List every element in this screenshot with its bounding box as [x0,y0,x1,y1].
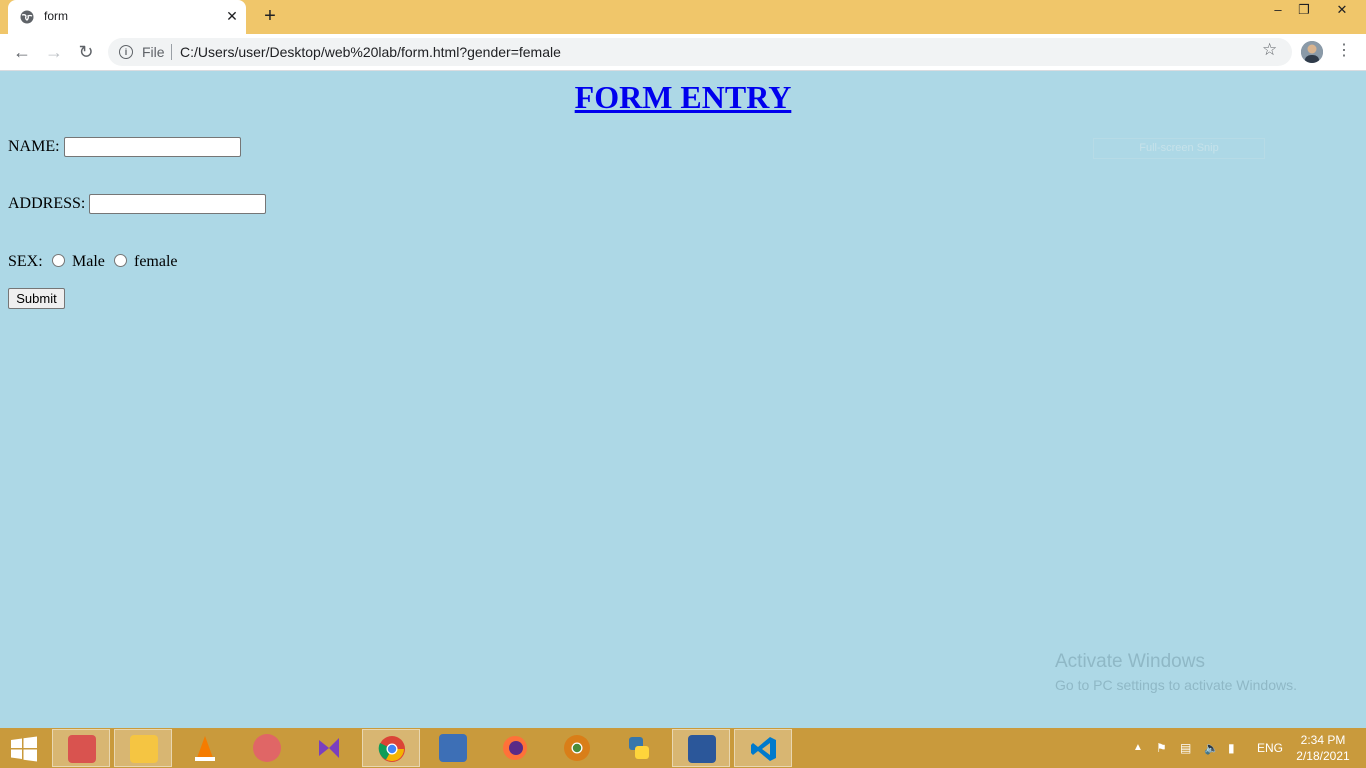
bookmark-star-icon[interactable]: ☆ [1262,40,1277,60]
tab-title: form [44,9,68,23]
sex-label: SEX: [8,253,43,270]
taskbar-chrome-canary[interactable] [548,729,606,767]
word-icon [688,735,716,763]
file-label: File [142,44,165,60]
url-text[interactable]: C:/Users/user/Desktop/web%20lab/form.htm… [180,44,561,60]
browser-toolbar: ← → ↻ i File C:/Users/user/Desktop/web%2… [0,34,1366,71]
vscode-icon [751,737,776,761]
taskbar-paint[interactable] [238,729,296,767]
clock-time: 2:34 PM [1300,733,1346,747]
name-label: NAME: [8,138,60,155]
avatar-icon [1301,41,1323,63]
restore-button[interactable]: ❐ [1288,0,1320,22]
browser-titlebar: form ✕ + – ❐ ✕ [0,0,1366,34]
omnibox-divider [171,44,172,60]
male-label[interactable]: Male [72,253,105,271]
new-tab-button[interactable]: + [258,6,282,28]
windows-start-icon[interactable] [10,736,38,762]
reload-button[interactable]: ↻ [74,41,98,63]
taskbar-python[interactable] [610,729,668,767]
female-radio[interactable] [114,254,127,267]
address-input[interactable] [89,194,266,214]
browser-tab[interactable]: form ✕ [8,0,246,34]
taskbar-visual-studio[interactable] [300,729,358,767]
taskbar-firefox[interactable] [486,729,544,767]
taskbar-vlc[interactable] [176,729,234,767]
signal-icon[interactable]: ▮ [1228,728,1235,768]
info-icon[interactable]: i [119,45,133,59]
chrome-icon [378,736,405,762]
taskbar: ▲ ⚑ ▤ 🔈 ▮ ENG 2:34 PM 2/18/2021 [0,728,1366,768]
clock-date: 2/18/2021 [1296,749,1350,763]
close-window-button[interactable]: ✕ [1326,0,1358,22]
taskbar-word[interactable] [672,729,730,767]
firefox-icon [503,736,527,760]
globe-icon [20,10,34,24]
visual-studio-icon [319,738,339,758]
folder-icon [130,735,158,763]
tab-close-icon[interactable]: ✕ [224,8,240,24]
name-input[interactable] [64,137,241,157]
female-label[interactable]: female [134,253,178,271]
activate-windows-title: Activate Windows [1055,651,1205,672]
male-radio[interactable] [52,254,65,267]
paint-brush-icon [253,734,281,762]
taskbar-clock[interactable]: 2:34 PM 2/18/2021 [1290,732,1356,764]
language-indicator[interactable]: ENG [1257,728,1283,768]
address-bar[interactable]: i File C:/Users/user/Desktop/web%20lab/f… [108,38,1292,66]
activate-windows-subtitle: Go to PC settings to activate Windows. [1055,677,1297,693]
keyboard-monitor-icon [439,734,467,762]
volume-icon[interactable]: 🔈 [1204,728,1219,768]
network-adapter-icon[interactable]: ▤ [1180,728,1191,768]
page-title[interactable]: FORM ENTRY [0,79,1366,116]
browser-menu-icon[interactable]: ⋮ [1336,42,1352,60]
back-button[interactable]: ← [10,41,34,63]
page-content: FORM ENTRY NAME: ADDRESS: SEX: Male fema… [0,71,1366,728]
vlc-cone-icon [195,736,215,761]
taskbar-vscode[interactable] [734,729,792,767]
snipping-tool-icon [68,735,96,763]
taskbar-file-explorer[interactable] [114,729,172,767]
taskbar-remote-desktop[interactable] [424,729,482,767]
chrome-canary-icon [564,735,590,761]
address-label: ADDRESS: [8,195,86,212]
taskbar-snipping-tool[interactable] [52,729,110,767]
taskbar-chrome[interactable] [362,729,420,767]
profile-avatar[interactable] [1301,41,1323,63]
forward-button[interactable]: → [42,41,66,63]
submit-button[interactable]: Submit [8,288,65,309]
action-center-flag-icon[interactable]: ⚑ [1156,728,1167,768]
python-icon [629,737,649,759]
snip-tooltip: Full-screen Snip [1093,138,1265,159]
show-hidden-icons[interactable]: ▲ [1133,728,1143,768]
